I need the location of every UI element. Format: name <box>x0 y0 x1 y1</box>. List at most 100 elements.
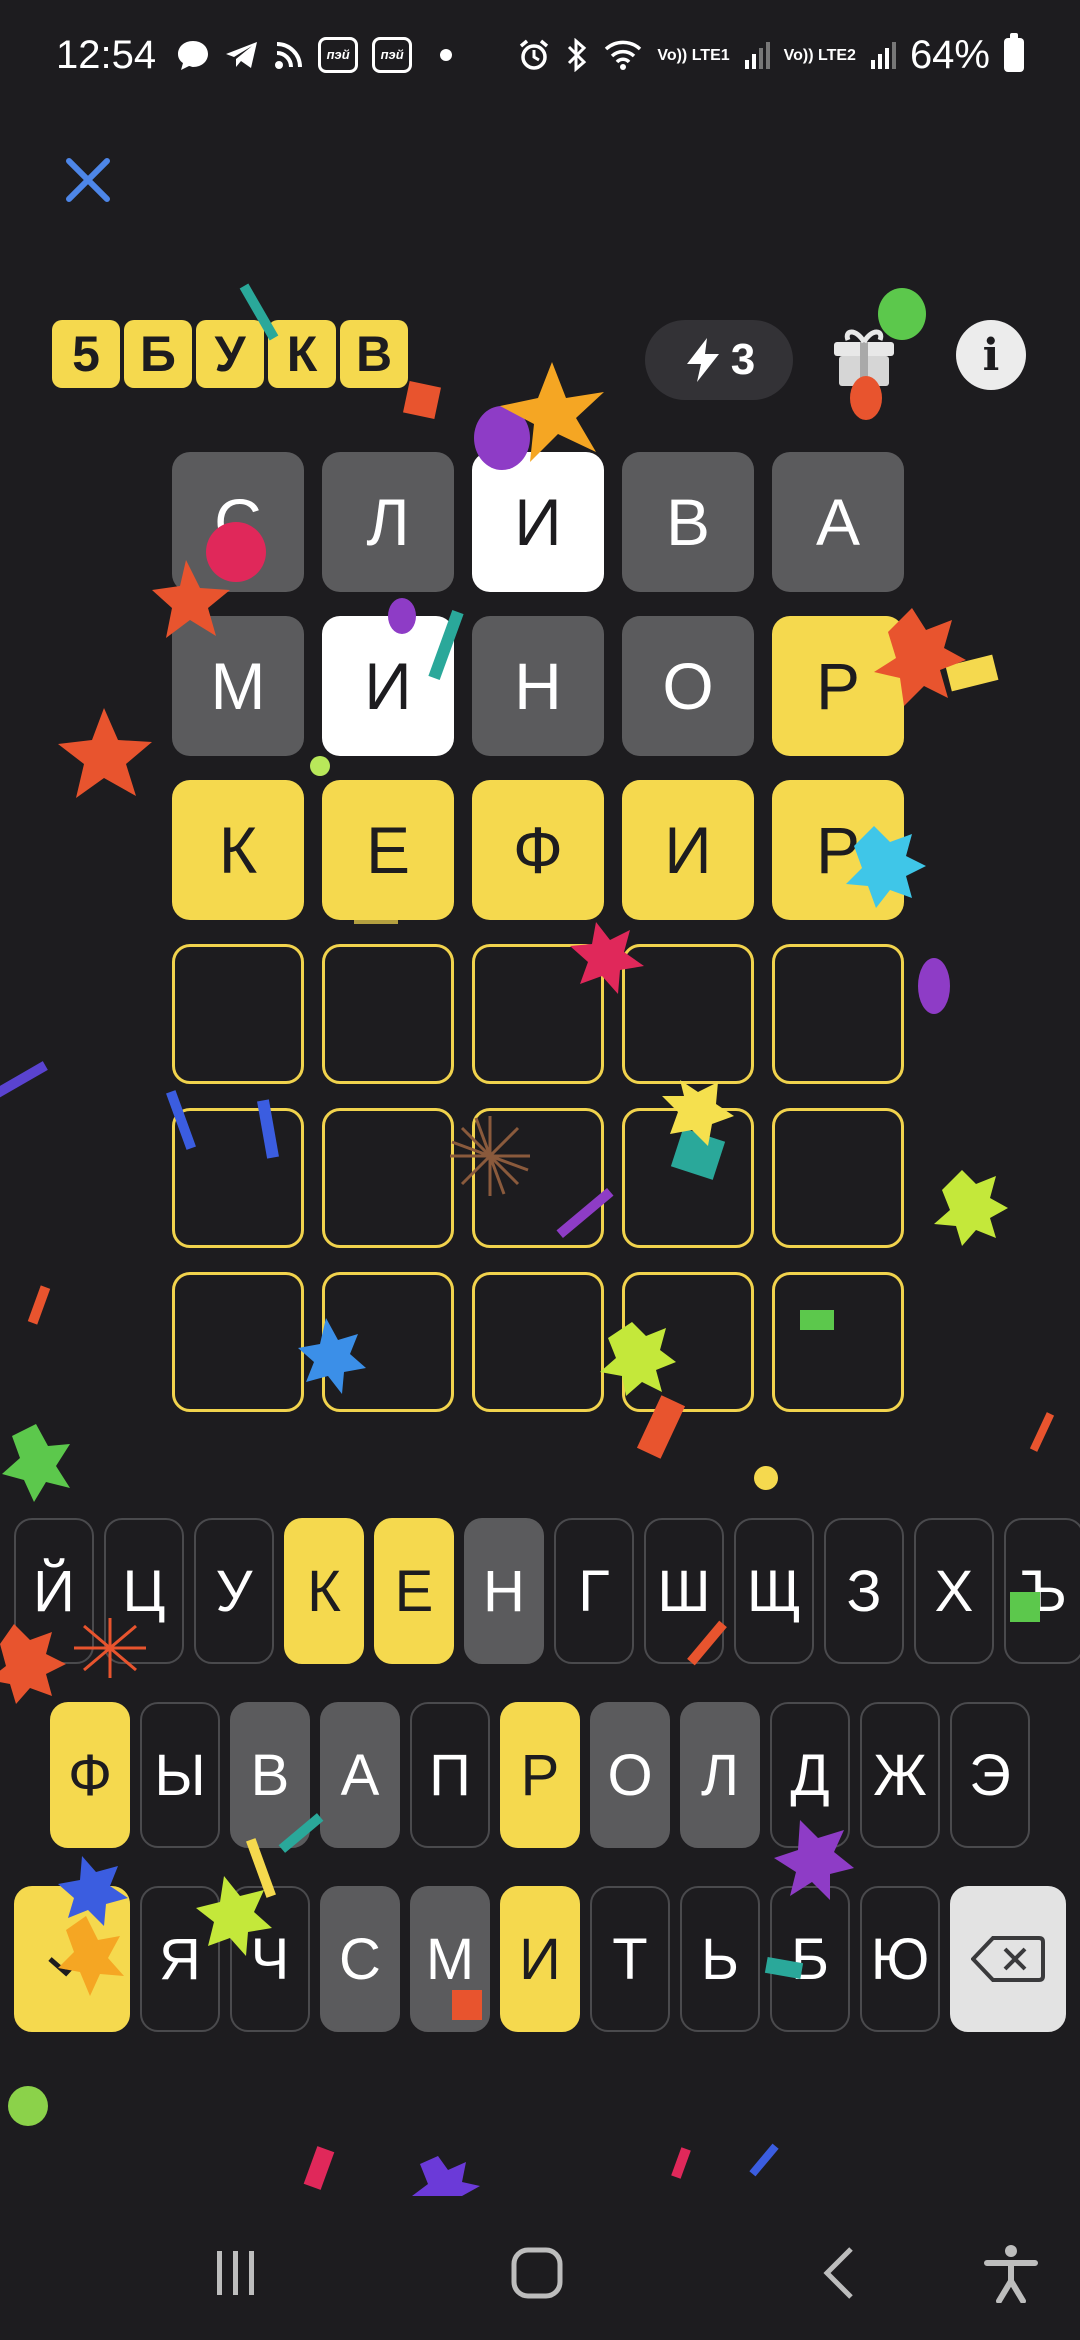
board-cell-empty <box>172 1108 304 1248</box>
close-icon <box>66 158 110 202</box>
key-letter[interactable]: Ф <box>50 1702 130 1848</box>
key-letter[interactable]: Я <box>140 1886 220 2032</box>
back-icon <box>823 2247 853 2299</box>
board-cell: Е <box>322 780 454 920</box>
key-letter[interactable]: Т <box>590 1886 670 2032</box>
info-icon: i <box>982 329 1000 381</box>
board-cell: С <box>172 452 304 592</box>
key-letter[interactable]: Щ <box>734 1518 814 1664</box>
board-cell-empty <box>772 1272 904 1412</box>
home-icon <box>511 2247 563 2299</box>
key-letter[interactable]: У <box>194 1518 274 1664</box>
logo-tile: Б <box>124 320 192 388</box>
board-cell: В <box>622 452 754 592</box>
back-button[interactable] <box>806 2238 876 2308</box>
sim1-label: Vo)) LTE1 <box>657 46 730 64</box>
key-letter[interactable]: Ю <box>860 1886 940 2032</box>
key-letter[interactable]: И <box>500 1886 580 2032</box>
wifi-icon <box>603 39 643 71</box>
logo-tile: К <box>268 320 336 388</box>
backspace-key[interactable] <box>950 1886 1066 2032</box>
keyboard-row-1: ЙЦУКЕНГШЩЗХЪ <box>14 1518 1080 1664</box>
board-cell: О <box>622 616 754 756</box>
key-letter[interactable]: Г <box>554 1518 634 1664</box>
board-cell-empty <box>622 944 754 1084</box>
key-letter[interactable]: Й <box>14 1518 94 1664</box>
alarm-icon <box>517 38 551 72</box>
key-letter[interactable]: П <box>410 1702 490 1848</box>
bluetooth-icon <box>565 38 589 72</box>
key-letter[interactable]: Ц <box>104 1518 184 1664</box>
gift-icon <box>834 329 894 386</box>
key-letter[interactable]: Х <box>914 1518 994 1664</box>
notification-dot-icon <box>440 49 453 61</box>
enter-key[interactable] <box>14 1886 130 2032</box>
board-cell-empty <box>472 944 604 1084</box>
hints-button[interactable]: 3 <box>645 320 793 400</box>
game-logo: 5БУКВ <box>52 320 408 388</box>
board-cell: Р <box>772 780 904 920</box>
signal-icon <box>870 40 896 70</box>
recent-apps-icon <box>217 2251 254 2295</box>
hints-count: 3 <box>730 335 756 384</box>
signal-icon <box>744 40 770 70</box>
key-letter[interactable]: В <box>230 1702 310 1848</box>
board-cell-empty <box>622 1272 754 1412</box>
status-time: 12:54 <box>56 32 157 77</box>
keyboard-row-2: ФЫВАПРОЛДЖЭ <box>50 1702 1030 1848</box>
close-button[interactable] <box>56 148 120 212</box>
key-letter[interactable]: Ж <box>860 1702 940 1848</box>
key-letter[interactable]: М <box>410 1886 490 2032</box>
message-bubble-icon <box>176 39 210 71</box>
logo-tile: У <box>196 320 264 388</box>
key-letter[interactable]: Б <box>770 1886 850 2032</box>
key-letter[interactable]: Р <box>500 1702 580 1848</box>
key-letter[interactable]: Ь <box>680 1886 760 2032</box>
accessibility-button[interactable] <box>976 2238 1046 2308</box>
info-button[interactable]: i <box>956 320 1026 390</box>
key-letter[interactable]: Ы <box>140 1702 220 1848</box>
board-cell: И <box>622 780 754 920</box>
key-letter[interactable]: К <box>284 1518 364 1664</box>
key-letter[interactable]: З <box>824 1518 904 1664</box>
board-cell-empty <box>322 1108 454 1248</box>
key-letter[interactable]: Ш <box>644 1518 724 1664</box>
check-icon <box>48 1941 96 1977</box>
key-letter[interactable]: О <box>590 1702 670 1848</box>
board-cell-empty <box>172 1272 304 1412</box>
battery-percent: 64% <box>909 32 990 77</box>
board-cell: Л <box>322 452 454 592</box>
recent-apps-button[interactable] <box>200 2238 270 2308</box>
board-cell: Р <box>772 616 904 756</box>
logo-tile: В <box>340 320 408 388</box>
board-cell: К <box>172 780 304 920</box>
board-cell: Ф <box>472 780 604 920</box>
key-letter[interactable]: Л <box>680 1702 760 1848</box>
board-cell-empty <box>172 944 304 1084</box>
board-cell-empty <box>772 944 904 1084</box>
rss-icon <box>274 40 304 70</box>
board-cell-empty <box>472 1272 604 1412</box>
key-letter[interactable]: Д <box>770 1702 850 1848</box>
game-board: СЛИВАМИНОРКЕФИР <box>172 452 904 1412</box>
logo-tile: 5 <box>52 320 120 388</box>
key-letter[interactable]: Э <box>950 1702 1030 1848</box>
backspace-icon <box>971 1936 1045 1982</box>
key-letter[interactable]: С <box>320 1886 400 2032</box>
key-letter[interactable]: Е <box>374 1518 454 1664</box>
key-letter[interactable]: Ч <box>230 1886 310 2032</box>
board-cell: Н <box>472 616 604 756</box>
board-cell: И <box>472 452 604 592</box>
status-bar: 12:54 пэй пэй Vo)) LTE1 Vo)) LTE2 64% <box>0 0 1080 110</box>
key-letter[interactable]: Н <box>464 1518 544 1664</box>
accessibility-icon <box>984 2245 1038 2303</box>
key-letter[interactable]: Ъ <box>1004 1518 1080 1664</box>
app-badge-icon: пэй <box>372 37 413 73</box>
board-cell-empty <box>322 1272 454 1412</box>
board-cell: М <box>172 616 304 756</box>
telegram-icon <box>224 39 260 71</box>
home-button[interactable] <box>502 2238 572 2308</box>
app-badge-icon: пэй <box>318 37 359 73</box>
key-letter[interactable]: А <box>320 1702 400 1848</box>
gift-button[interactable] <box>828 318 900 390</box>
